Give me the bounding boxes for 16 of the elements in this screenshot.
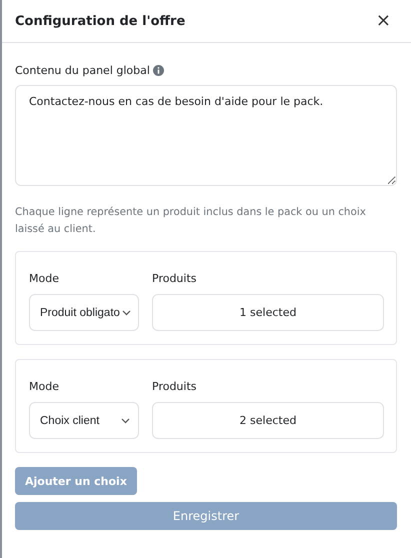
help-text: Chaque ligne représente un produit inclus dans le pack ou un choix laissé au client. bbox=[15, 205, 367, 237]
mode-select[interactable]: Choix client bbox=[29, 402, 139, 439]
content-textarea[interactable]: Contactez-nous en cas de besoin d'aide pour le pack. bbox=[15, 85, 397, 186]
field-label: Mode bbox=[29, 272, 60, 285]
chevron-icon bbox=[121, 418, 130, 424]
products-select[interactable]: 1 selected bbox=[152, 294, 384, 331]
field-label: Produits bbox=[152, 272, 198, 285]
info-icon[interactable] bbox=[152, 65, 164, 76]
field-label: Mode bbox=[29, 380, 60, 393]
dialog-title: Configuration de l'offre bbox=[15, 14, 186, 28]
chevron-icon bbox=[122, 310, 131, 316]
field-label: Contenu du panel global bbox=[15, 64, 150, 77]
field-label: Produits bbox=[152, 380, 198, 393]
products-select[interactable]: 2 selected bbox=[152, 402, 384, 439]
mode-select[interactable]: Produit obligato bbox=[29, 294, 139, 331]
close-button[interactable]: × bbox=[376, 12, 391, 30]
